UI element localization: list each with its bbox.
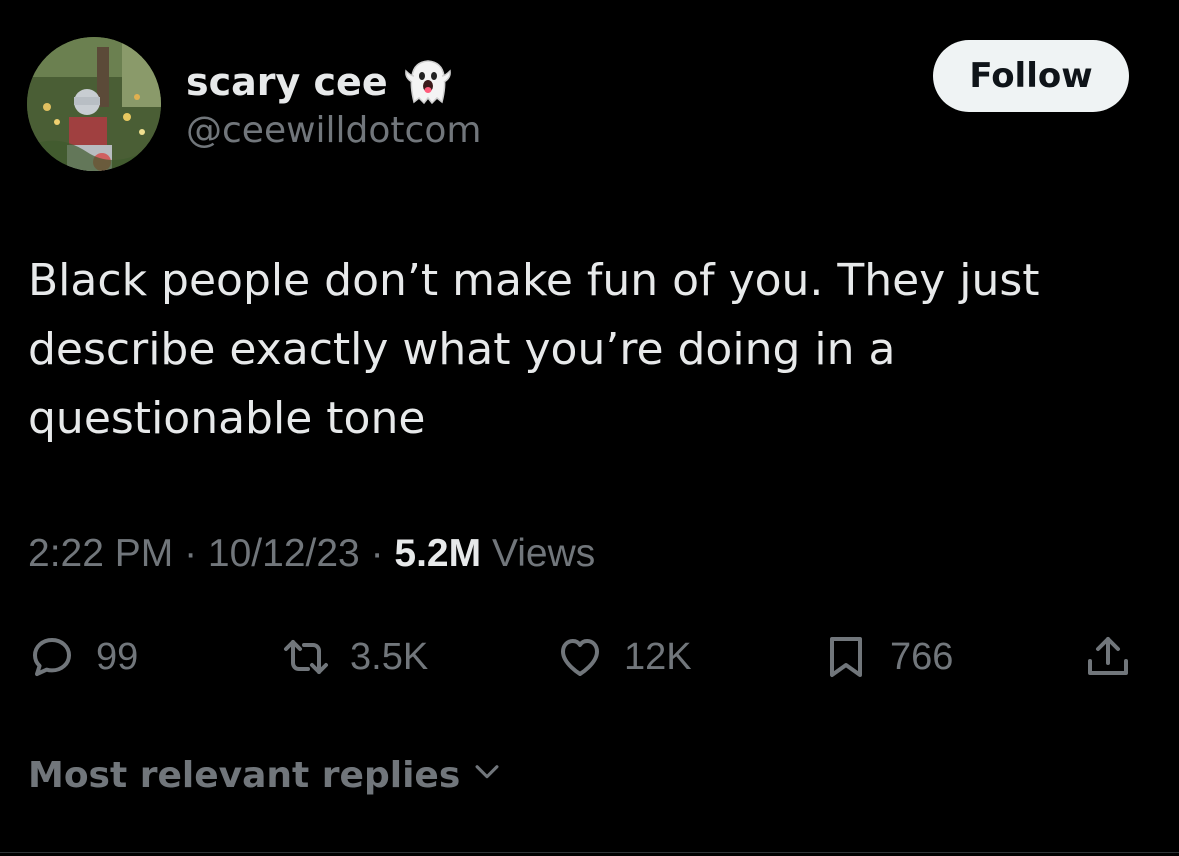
ghost-icon (400, 56, 456, 108)
tweet-time[interactable]: 2:22 PM (28, 532, 173, 575)
follow-button[interactable]: Follow (933, 40, 1129, 112)
share-icon (1084, 633, 1132, 681)
divider (0, 852, 1179, 853)
avatar-image (27, 37, 161, 171)
reply-icon (28, 633, 76, 681)
retweet-icon (282, 633, 330, 681)
tweet-meta: 2:22 PM · 10/12/23 · 5.2M Views (28, 532, 595, 576)
share-button[interactable] (1084, 622, 1132, 692)
display-name-text: scary cee (186, 60, 388, 104)
tweet-date[interactable]: 10/12/23 (208, 532, 360, 575)
bookmark-count: 766 (890, 635, 954, 678)
user-handle[interactable]: @ceewilldotcom (186, 110, 481, 151)
chevron-down-icon (470, 754, 504, 797)
views-label: Views (481, 532, 596, 575)
display-name[interactable]: scary cee (186, 56, 456, 108)
bookmark-icon (822, 633, 870, 681)
action-bar: 99 3.5K 12K 766 (0, 622, 1179, 692)
views-count: 5.2M (394, 532, 482, 575)
heart-icon (556, 633, 604, 681)
tweet-text: Black people don’t make fun of you. They… (28, 255, 1040, 444)
meta-separator: · (173, 532, 208, 575)
replies-sort-dropdown[interactable]: Most relevant replies (28, 754, 504, 797)
reply-button[interactable]: 99 (28, 622, 138, 692)
retweet-count: 3.5K (350, 635, 429, 678)
retweet-button[interactable]: 3.5K (282, 622, 428, 692)
meta-separator: · (359, 532, 395, 575)
replies-sort-label: Most relevant replies (28, 755, 461, 796)
like-button[interactable]: 12K (556, 622, 692, 692)
reply-count: 99 (96, 635, 139, 678)
bookmark-button[interactable]: 766 (822, 622, 953, 692)
avatar[interactable] (27, 37, 161, 171)
like-count: 12K (624, 635, 692, 678)
